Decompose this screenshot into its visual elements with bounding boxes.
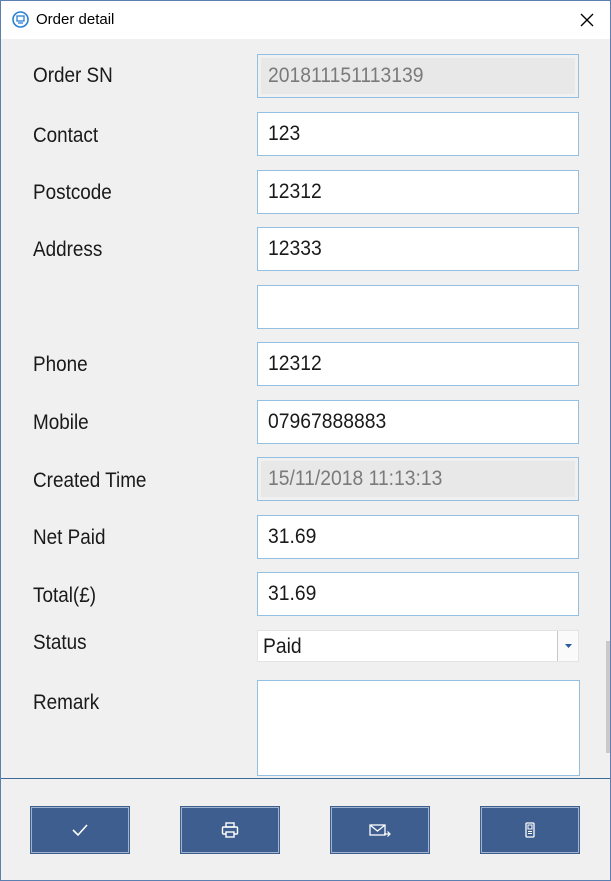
address-line2-input[interactable] <box>257 285 579 329</box>
total-value: 31.69 <box>268 582 317 605</box>
close-button[interactable] <box>564 1 610 39</box>
sms-button[interactable] <box>480 806 580 854</box>
status-label: Status <box>33 631 87 654</box>
title-bar: Order detail <box>1 1 610 39</box>
status-value: Paid <box>263 635 302 658</box>
remark-textarea[interactable] <box>257 680 580 776</box>
total-input[interactable]: 31.69 <box>257 572 579 616</box>
total-label: Total(£) <box>33 584 97 607</box>
close-icon <box>580 13 594 27</box>
order-detail-window: Order detail Order SN 201811151113139 Co… <box>0 0 611 881</box>
print-button[interactable] <box>180 806 280 854</box>
scrollbar-edge <box>606 641 610 753</box>
phone-label: Phone <box>33 353 88 376</box>
order-form: Order SN 201811151113139 Contact 123 Pos… <box>1 39 610 779</box>
net-paid-input[interactable]: 31.69 <box>257 515 579 559</box>
address-label: Address <box>33 238 103 261</box>
address-value: 12333 <box>268 237 322 260</box>
status-select[interactable]: Paid <box>257 630 579 662</box>
checkmark-icon <box>72 824 88 837</box>
email-button[interactable] <box>330 806 430 854</box>
net-paid-value: 31.69 <box>268 525 317 548</box>
window-title: Order detail <box>36 11 115 28</box>
contact-input[interactable]: 123 <box>257 112 579 156</box>
order-sn-field: 201811151113139 <box>257 54 579 98</box>
address-input[interactable]: 12333 <box>257 227 579 271</box>
order-sn-label: Order SN <box>33 64 113 87</box>
dropdown-arrow-icon <box>564 644 572 648</box>
postcode-input[interactable]: 12312 <box>257 170 579 214</box>
status-dropdown-button[interactable] <box>557 631 578 661</box>
remark-label: Remark <box>33 691 100 714</box>
button-bar <box>1 779 610 880</box>
mobile-label: Mobile <box>33 411 89 434</box>
printer-icon <box>221 822 239 838</box>
postcode-label: Postcode <box>33 181 112 204</box>
contact-label: Contact <box>33 124 99 147</box>
created-time-label: Created Time <box>33 469 147 492</box>
created-time-field: 15/11/2018 11:13:13 <box>257 457 579 501</box>
mobile-value: 07967888883 <box>268 410 387 433</box>
contact-value: 123 <box>268 122 301 145</box>
email-icon <box>369 824 391 837</box>
confirm-button[interactable] <box>30 806 130 854</box>
mobile-phone-icon <box>525 822 535 838</box>
net-paid-label: Net Paid <box>33 526 106 549</box>
postcode-value: 12312 <box>268 180 322 203</box>
app-globe-icon <box>12 11 29 28</box>
phone-value: 12312 <box>268 352 322 375</box>
order-sn-value: 201811151113139 <box>268 64 424 87</box>
mobile-input[interactable]: 07967888883 <box>257 400 579 444</box>
phone-input[interactable]: 12312 <box>257 342 579 386</box>
created-time-value: 15/11/2018 11:13:13 <box>268 467 443 490</box>
